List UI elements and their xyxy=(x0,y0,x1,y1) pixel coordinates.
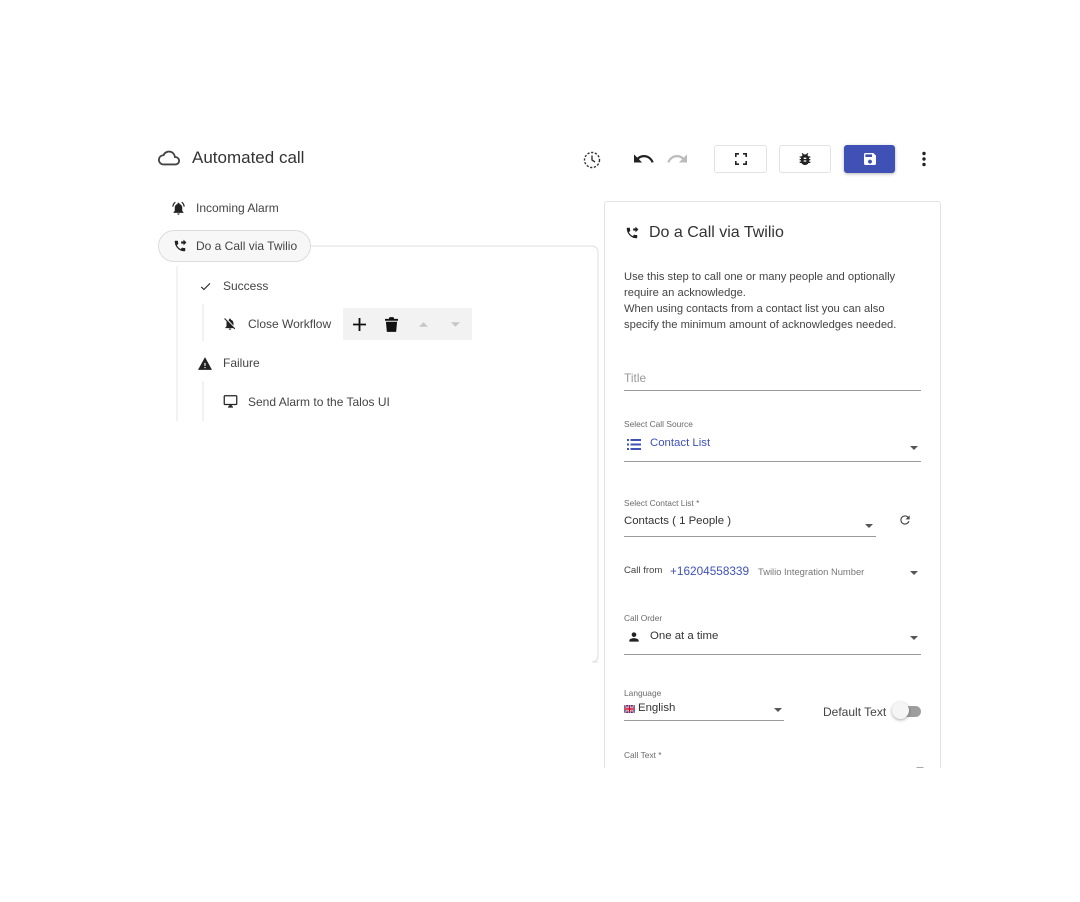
toggle-thumb[interactable] xyxy=(892,702,909,719)
chevron-down-icon[interactable] xyxy=(865,524,873,528)
tree-branch-success[interactable]: Success xyxy=(197,277,268,295)
person-icon xyxy=(627,630,641,644)
call-source-label: Select Call Source xyxy=(624,419,693,429)
tree-item-close-workflow[interactable]: Close Workflow xyxy=(222,315,331,333)
move-down-icon[interactable] xyxy=(439,308,471,340)
description-line: When using contacts from a contact list … xyxy=(624,303,885,315)
check-icon xyxy=(197,278,213,294)
alarm-bell-icon xyxy=(170,200,186,216)
save-icon xyxy=(862,151,878,167)
panel-header: Do a Call via Twilio xyxy=(625,224,784,242)
call-order-select[interactable]: One at a time xyxy=(650,630,718,642)
field-underline xyxy=(624,461,921,462)
tree-item-label: Success xyxy=(223,279,269,293)
language-label: Language xyxy=(624,688,662,698)
page-title: Automated call xyxy=(192,148,305,167)
monitor-icon xyxy=(222,394,238,410)
fullscreen-button[interactable] xyxy=(714,145,767,173)
more-vertical-icon[interactable] xyxy=(920,151,928,167)
field-underline xyxy=(624,390,921,391)
cloud-icon xyxy=(158,150,180,166)
tree-item-label: Close Workflow xyxy=(248,317,332,331)
tree-item-label: Failure xyxy=(223,356,260,370)
panel-description: Use this step to call one or many people… xyxy=(624,269,924,333)
uk-flag-icon xyxy=(624,705,635,713)
call-from-number[interactable]: +16204558339 xyxy=(670,564,749,578)
bug-icon xyxy=(797,151,813,167)
chevron-down-icon[interactable] xyxy=(910,636,918,640)
refresh-icon[interactable] xyxy=(898,513,912,527)
debug-button[interactable] xyxy=(779,145,831,173)
contact-list-label: Select Contact List * xyxy=(624,498,700,508)
tree-item-label: Send Alarm to the Talos UI xyxy=(248,395,390,409)
phone-forward-icon xyxy=(625,226,639,240)
contact-list-select[interactable]: Contacts ( 1 People ) xyxy=(624,515,731,527)
delete-icon[interactable] xyxy=(375,308,407,340)
bell-off-icon xyxy=(222,316,238,332)
description-line: require an acknowledge. xyxy=(624,287,746,299)
chevron-down-icon[interactable] xyxy=(910,571,918,575)
save-button[interactable] xyxy=(844,145,895,173)
call-text-label: Call Text * xyxy=(624,750,662,760)
chevron-down-icon[interactable] xyxy=(774,708,782,712)
step-settings-panel: Do a Call via Twilio Use this step to ca… xyxy=(604,201,941,768)
tree-item-send-alarm[interactable]: Send Alarm to the Talos UI xyxy=(222,393,390,411)
panel-title: Do a Call via Twilio xyxy=(649,224,784,241)
tree-item-label: Do a Call via Twilio xyxy=(196,239,298,253)
tree-branch-failure[interactable]: Failure xyxy=(197,354,260,372)
call-from-description: Twilio Integration Number xyxy=(758,566,865,577)
phone-forward-icon xyxy=(172,238,188,254)
call-from-label: Call from xyxy=(624,565,663,576)
history-clock-icon[interactable] xyxy=(583,151,601,169)
default-text-label: Default Text xyxy=(823,705,887,719)
tree-connectors xyxy=(176,245,599,663)
field-underline xyxy=(624,720,784,721)
move-up-icon[interactable] xyxy=(407,308,439,340)
chevron-down-icon[interactable] xyxy=(910,446,918,450)
warning-icon xyxy=(197,355,213,371)
call-order-label: Call Order xyxy=(624,613,663,623)
add-icon[interactable] xyxy=(343,308,375,340)
workflow-header: Automated call xyxy=(158,144,304,172)
tree-item-trigger[interactable]: Incoming Alarm xyxy=(170,199,279,217)
description-line: Use this step to call one or many people… xyxy=(624,271,896,283)
fullscreen-icon xyxy=(734,153,747,165)
undo-icon[interactable] xyxy=(634,152,654,166)
language-select[interactable]: English xyxy=(638,702,675,714)
chevron-down-icon[interactable] xyxy=(916,767,924,768)
field-underline xyxy=(624,654,921,655)
title-input[interactable]: Title xyxy=(624,371,646,385)
redo-icon[interactable] xyxy=(667,152,687,166)
tree-item-twilio-call[interactable]: Do a Call via Twilio xyxy=(158,230,312,262)
field-underline xyxy=(624,536,876,537)
tree-item-label: Incoming Alarm xyxy=(196,201,279,215)
list-icon xyxy=(627,439,641,450)
node-action-bar xyxy=(343,308,472,340)
description-line: specify the minimum amount of acknowledg… xyxy=(624,319,897,331)
call-source-select[interactable]: Contact List xyxy=(650,437,710,449)
